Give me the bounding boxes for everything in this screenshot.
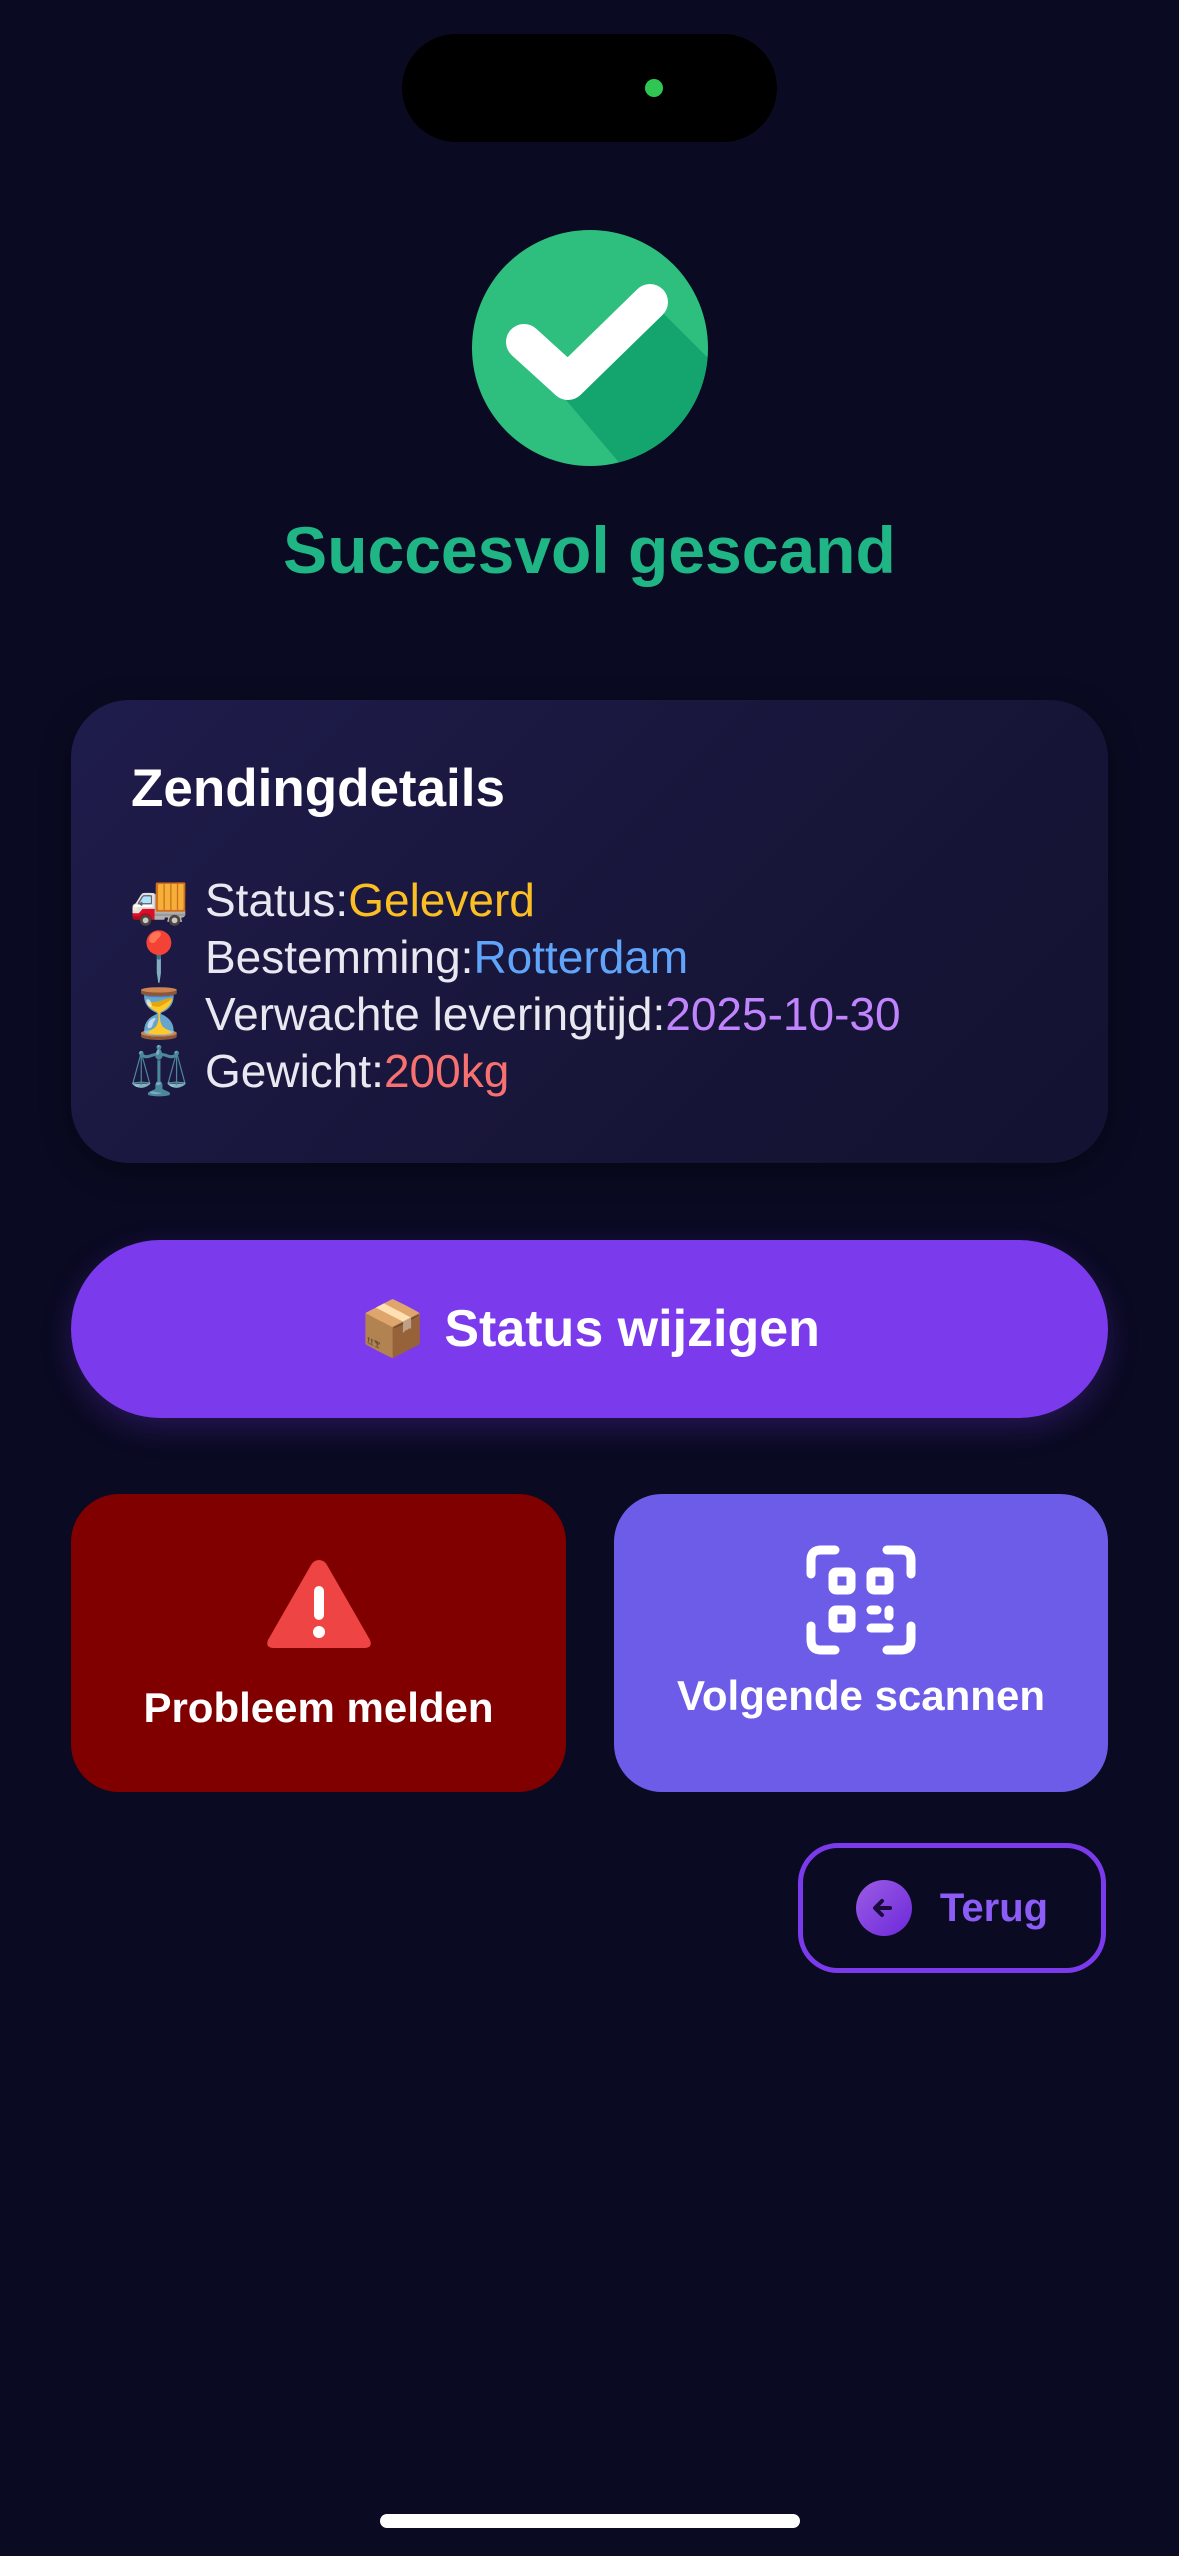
- scale-icon: ⚖️: [129, 1043, 189, 1099]
- detail-row-destination: 📍 Bestemming: Rotterdam: [129, 929, 901, 986]
- back-label: Terug: [939, 1885, 1049, 1930]
- detail-list: 🚚 Status: Geleverd 📍 Bestemming: Rotterd…: [129, 872, 901, 1100]
- detail-row-weight: ⚖️ Gewicht: 200kg: [129, 1043, 901, 1100]
- success-title: Succesvol gescand: [283, 513, 896, 587]
- arrow-left-circle-icon: [855, 1880, 912, 1936]
- report-problem-label: Probleem melden: [143, 1684, 494, 1731]
- back-button[interactable]: Terug: [798, 1843, 1106, 1973]
- package-icon: 📦: [359, 1297, 427, 1360]
- report-problem-button[interactable]: Probleem melden: [71, 1494, 566, 1792]
- detail-label: Status:: [205, 874, 349, 926]
- detail-label: Gewicht:: [205, 1045, 384, 1097]
- truck-icon: 🚚: [129, 872, 189, 928]
- qr-scan-icon: [806, 1545, 916, 1655]
- shipment-details-card: Zendingdetails 🚚 Status: Geleverd 📍 Best…: [71, 700, 1108, 1163]
- camera-indicator-dot: [645, 79, 663, 97]
- home-indicator[interactable]: [380, 2514, 800, 2528]
- status-value: Geleverd: [348, 874, 535, 926]
- hourglass-icon: ⏳: [129, 986, 189, 1042]
- detail-row-delivery-time: ⏳ Verwachte leveringtijd: 2025-10-30: [129, 986, 901, 1043]
- detail-label: Verwachte leveringtijd:: [205, 988, 666, 1040]
- detail-label: Bestemming:: [205, 931, 474, 983]
- change-status-label: Status wijzigen: [444, 1300, 820, 1358]
- card-title: Zendingdetails: [131, 759, 505, 818]
- change-status-button[interactable]: 📦 Status wijzigen: [71, 1240, 1108, 1418]
- scan-next-label: Volgende scannen: [677, 1672, 1045, 1719]
- weight-value: 200kg: [383, 1045, 510, 1097]
- dynamic-island: [402, 34, 777, 142]
- pin-icon: 📍: [129, 929, 189, 985]
- destination-value: Rotterdam: [473, 931, 689, 983]
- check-circle-icon: [472, 230, 708, 466]
- scan-next-button[interactable]: Volgende scannen: [614, 1494, 1108, 1792]
- delivery-time-value: 2025-10-30: [665, 988, 901, 1040]
- detail-row-status: 🚚 Status: Geleverd: [129, 872, 901, 929]
- warning-triangle-icon: [267, 1560, 371, 1648]
